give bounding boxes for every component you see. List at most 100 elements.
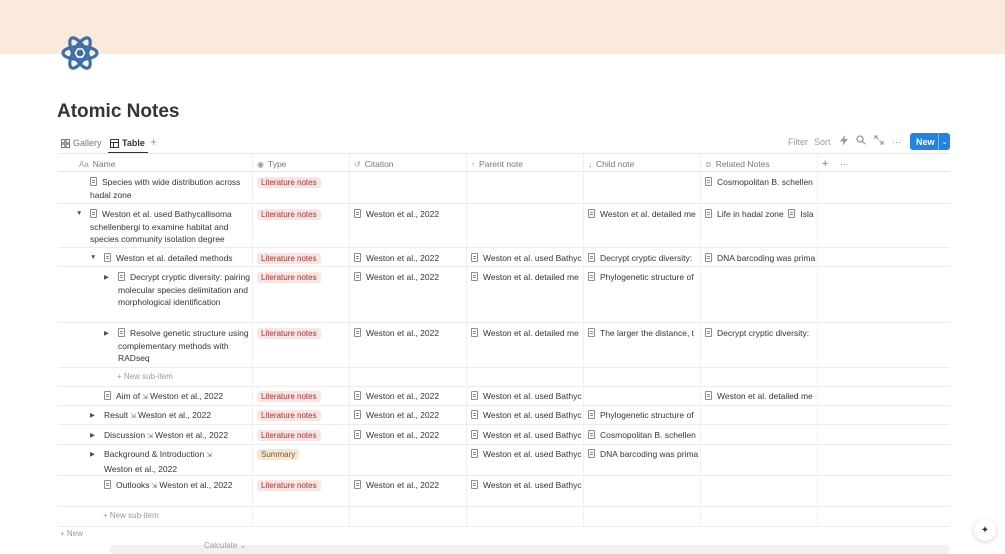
citation-cell[interactable]: Weston et al., 2022 <box>354 479 464 492</box>
type-cell[interactable]: Literature notes <box>257 429 321 442</box>
type-cell[interactable]: Literature notes <box>257 479 321 492</box>
column-header-type[interactable]: ◉ Type <box>257 157 286 171</box>
table-row-name[interactable]: Result ⇲ Weston et al., 2022 <box>104 409 250 424</box>
related-cell[interactable]: Life in hadal zone Isla <box>705 208 817 221</box>
parent-cell[interactable]: Weston et al. used Bathyc <box>471 409 583 422</box>
type-cell[interactable]: Literature notes <box>257 327 321 340</box>
child-cell[interactable]: Cosmopolitan B. schellen <box>588 429 700 442</box>
page-cover[interactable] <box>0 0 1005 54</box>
related-cell[interactable]: Decrypt cryptic diversity: <box>705 327 817 340</box>
related-cell[interactable]: Cosmopolitan B. schellen <box>705 176 817 189</box>
related-cell[interactable]: DNA barcoding was prima <box>705 252 817 265</box>
table-row-name[interactable]: Discussion ⇲ Weston et al., 2022 <box>104 429 250 444</box>
toggle-collapsed-icon[interactable]: ▶ <box>90 411 95 419</box>
citation-link: Weston et al., 2022 <box>366 410 440 420</box>
type-cell[interactable]: Literature notes <box>257 176 321 189</box>
table-row-name[interactable]: Background & Introduction ⇲ Weston et al.,… <box>104 448 250 475</box>
citation-link: Weston et al., 2022 <box>366 253 440 263</box>
parent-cell[interactable]: Weston et al. used Bathyc <box>471 429 583 442</box>
page-icon <box>588 430 595 439</box>
column-header-parent[interactable]: ↑ Parent note <box>471 157 523 171</box>
child-cell[interactable]: The larger the distance, t <box>588 327 700 340</box>
column-header-citation[interactable]: ↺ Citation <box>354 157 394 171</box>
table-row-name[interactable]: Species with wide distribution across ha… <box>90 176 250 201</box>
row-title-mention: Weston et al., 2022 <box>159 480 233 490</box>
ai-sparkle-icon[interactable]: ✦ <box>974 519 996 541</box>
parent-cell[interactable]: Weston et al. used Bathyc <box>471 448 583 461</box>
child-cell[interactable]: Phylogenetic structure of <box>588 271 700 284</box>
table-row-name[interactable]: Resolve genetic structure using compleme… <box>118 327 250 365</box>
citation-cell[interactable]: Weston et al., 2022 <box>354 252 464 265</box>
column-divider <box>349 154 350 526</box>
parent-cell[interactable]: Weston et al. used Bathyc <box>471 479 583 492</box>
parent-cell[interactable]: Weston et al. used Bathyc <box>471 252 583 265</box>
more-options-button[interactable]: ··· <box>892 137 901 147</box>
toggle-collapsed-icon[interactable]: ▶ <box>104 273 109 281</box>
type-cell[interactable]: Literature notes <box>257 252 321 265</box>
parent-cell[interactable]: Weston et al. used Bathyc <box>471 390 583 403</box>
calculate-button[interactable]: Calculate ⌄ <box>204 541 246 550</box>
toggle-expanded-icon[interactable]: ▼ <box>90 254 96 261</box>
type-cell[interactable]: Literature notes <box>257 390 321 403</box>
type-cell[interactable]: Literature notes <box>257 271 321 284</box>
tab-gallery[interactable]: Gallery <box>61 135 102 151</box>
filter-button[interactable]: Filter <box>788 137 808 147</box>
citation-cell[interactable]: Weston et al., 2022 <box>354 271 464 284</box>
relation-icon: ↺ <box>354 159 361 169</box>
add-property-button[interactable]: + <box>822 157 828 171</box>
toggle-expanded-icon[interactable]: ▼ <box>76 210 82 217</box>
citation-cell[interactable]: Weston et al., 2022 <box>354 208 464 221</box>
parent-cell[interactable]: Weston et al. detailed me <box>471 271 583 284</box>
row-title-mention: Weston et al., 2022 <box>137 410 212 420</box>
column-divider <box>583 154 584 526</box>
citation-cell[interactable]: Weston et al., 2022 <box>354 390 464 403</box>
type-tag: Literature notes <box>257 272 321 283</box>
type-tag: Summary <box>257 449 300 460</box>
chevron-down-icon[interactable]: ⌄ <box>938 133 950 150</box>
type-cell[interactable]: Literature notes <box>257 208 321 221</box>
column-more-button[interactable]: ··· <box>840 157 849 171</box>
page-icon <box>588 209 595 218</box>
child-cell[interactable]: DNA barcoding was prima <box>588 448 700 461</box>
expand-icon[interactable] <box>874 135 884 147</box>
row-title: Discussion <box>104 430 146 440</box>
new-sub-item-button[interactable]: + New sub-item <box>117 372 173 381</box>
new-sub-item-button[interactable]: + New sub-item <box>103 511 159 520</box>
table-row-name[interactable]: Weston et al. used Bathycallisoma schell… <box>90 208 250 246</box>
citation-cell[interactable]: Weston et al., 2022 <box>354 429 464 442</box>
search-icon[interactable] <box>856 135 866 147</box>
toggle-collapsed-icon[interactable]: ▶ <box>90 450 95 458</box>
page-icon <box>705 253 712 262</box>
add-view-button[interactable]: + <box>150 135 157 149</box>
toggle-collapsed-icon[interactable]: ▶ <box>104 329 109 337</box>
sort-button[interactable]: Sort <box>814 137 831 147</box>
tab-table[interactable]: Table <box>110 135 145 151</box>
table-row-name[interactable]: Outlooks ⇲ Weston et al., 2022 <box>104 479 250 494</box>
parent-cell[interactable]: Weston et al. detailed me <box>471 327 583 340</box>
page-icon <box>788 209 796 218</box>
row-divider <box>58 322 950 323</box>
table-row-name[interactable]: Decrypt cryptic diversity: pairing molec… <box>118 271 250 309</box>
column-header-child[interactable]: ↓ Child note <box>588 157 634 171</box>
page-icon <box>471 328 478 337</box>
table-row-name[interactable]: Aim of ⇲ Weston et al., 2022 <box>104 390 250 405</box>
column-header-related[interactable]: ⊜ Related Notes <box>705 157 770 171</box>
new-button[interactable]: New ⌄ <box>910 133 950 150</box>
citation-cell[interactable]: Weston et al., 2022 <box>354 409 464 422</box>
related-cell[interactable]: Weston et al. detailed me <box>705 390 817 403</box>
citation-cell[interactable]: Weston et al., 2022 <box>354 327 464 340</box>
new-row-button[interactable]: + New <box>60 529 83 538</box>
row-divider <box>58 506 950 507</box>
type-cell[interactable]: Summary <box>257 448 300 461</box>
child-link: Phylogenetic structure of <box>600 410 694 420</box>
child-cell[interactable]: Phylogenetic structure of <box>588 409 700 422</box>
child-cell[interactable]: Decrypt cryptic diversity: <box>588 252 700 265</box>
column-header-name[interactable]: Aa Name <box>79 157 115 171</box>
toggle-collapsed-icon[interactable]: ▶ <box>90 431 95 439</box>
type-cell[interactable]: Literature notes <box>257 409 321 422</box>
atom-icon[interactable] <box>60 33 100 73</box>
automation-icon[interactable] <box>840 135 848 148</box>
child-cell[interactable]: Weston et al. detailed me <box>588 208 700 221</box>
page-icon <box>354 272 361 281</box>
table-row-name[interactable]: Weston et al. detailed methods <box>104 252 250 265</box>
